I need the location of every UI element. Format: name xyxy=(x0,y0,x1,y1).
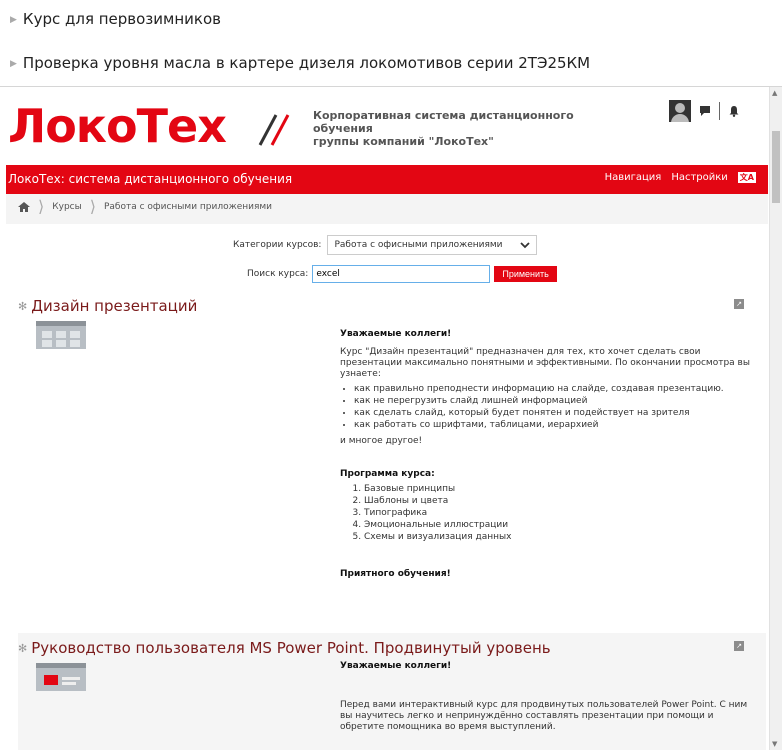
outer-list-item[interactable]: ▶ Курс для первозимников xyxy=(10,10,221,28)
list-item: как не перегрузить слайд лишней информац… xyxy=(354,396,755,407)
chevron-down-icon xyxy=(520,241,531,248)
course-title-text[interactable]: Руководство пользователя MS Power Point.… xyxy=(31,639,550,657)
avatar[interactable] xyxy=(669,100,691,122)
org-line-2: группы компаний "ЛокоТех" xyxy=(313,135,494,148)
outer-list-item-label[interactable]: Проверка уровня масла в картере дизеля л… xyxy=(23,54,590,72)
enrol-icon[interactable]: ↗ xyxy=(734,299,744,309)
category-selected-value: Работа с офисными приложениями xyxy=(334,240,503,250)
category-filter: Категории курсов: Работа с офисными прил… xyxy=(233,235,538,255)
course-title[interactable]: ✻ Руководство пользователя MS Power Poin… xyxy=(18,639,551,657)
frame-content: ЛокоТех Корпоративная система дистанцион… xyxy=(6,87,768,750)
navbar-brand[interactable]: ЛокоТех: система дистанционного обучения xyxy=(8,172,292,186)
list-item: как правильно преподнести информацию на … xyxy=(354,384,755,395)
scroll-up-icon[interactable]: ▲ xyxy=(772,89,777,97)
list-item: Эмоциональные иллюстрации xyxy=(364,520,755,531)
course-closing: Приятного обучения! xyxy=(340,569,451,579)
scrollbar[interactable]: ▲ ▼ xyxy=(769,87,782,750)
course-item: ✻ Руководство пользователя MS Power Poin… xyxy=(18,633,766,750)
navbar-links: Навигация Настройки 文A xyxy=(605,172,756,183)
apply-button[interactable]: Применить xyxy=(494,266,557,282)
chevron-right-icon: ⟩ xyxy=(89,197,96,216)
divider xyxy=(719,102,720,120)
list-item: как сделать слайд, который будет понятен… xyxy=(354,408,755,419)
message-icon[interactable] xyxy=(699,105,711,117)
header-actions xyxy=(669,100,740,122)
search-label: Поиск курса: xyxy=(247,269,309,279)
course-thumbnail[interactable] xyxy=(36,663,86,691)
list-item: Шаблоны и цвета xyxy=(364,496,755,507)
program-title: Программа курса: xyxy=(340,469,435,479)
list-item: Базовые принципы xyxy=(364,484,755,495)
category-label: Категории курсов: xyxy=(233,240,322,250)
scroll-down-icon[interactable]: ▼ xyxy=(772,740,777,748)
search-input[interactable] xyxy=(312,265,491,283)
logo-slashes-icon xyxy=(258,114,290,146)
logo-text: ЛокоТех xyxy=(8,99,227,153)
logo[interactable]: ЛокоТех xyxy=(8,99,227,153)
category-select[interactable]: Работа с офисными приложениями xyxy=(327,235,538,255)
program-list: Базовые принципы Шаблоны и цвета Типогра… xyxy=(340,484,755,543)
course-search: Поиск курса: Применить xyxy=(247,265,557,283)
course-benefits-list: как правильно преподнести информацию на … xyxy=(340,384,755,431)
course-summary: Уважаемые коллеги! Курс "Дизайн презента… xyxy=(340,329,755,580)
outer-list-item[interactable]: ▶ Проверка уровня масла в картере дизеля … xyxy=(10,54,590,72)
course-more: и многое другое! xyxy=(340,436,423,446)
course-icon: ✻ xyxy=(18,641,28,655)
outer-list-item-label[interactable]: Курс для первозимников xyxy=(23,10,221,28)
chevron-right-icon: ⟩ xyxy=(38,197,45,216)
embedded-frame: ЛокоТех Корпоративная система дистанцион… xyxy=(0,86,782,750)
enrol-icon[interactable]: ↗ xyxy=(734,641,744,651)
course-title[interactable]: ✻ Дизайн презентаций xyxy=(18,297,197,315)
home-icon[interactable] xyxy=(18,202,30,212)
course-greeting: Уважаемые коллеги! xyxy=(340,329,452,339)
org-line-1: Корпоративная система дистанционного обу… xyxy=(313,109,574,135)
course-intro: Перед вами интерактивный курс для продви… xyxy=(340,700,748,732)
language-icon[interactable]: 文A xyxy=(737,172,756,183)
list-item: Схемы и визуализация данных xyxy=(364,532,755,543)
course-icon: ✻ xyxy=(18,299,28,313)
list-item: Типографика xyxy=(364,508,755,519)
course-summary: Уважаемые коллеги! Перед вами интерактив… xyxy=(340,661,755,733)
course-title-text[interactable]: Дизайн презентаций xyxy=(31,297,197,315)
course-greeting: Уважаемые коллеги! xyxy=(340,661,452,671)
breadcrumb-item[interactable]: Работа с офисными приложениями xyxy=(104,202,272,212)
course-thumbnail[interactable] xyxy=(36,321,86,349)
nav-link-navigation[interactable]: Навигация xyxy=(605,172,662,183)
expand-triangle-icon: ▶ xyxy=(10,59,17,69)
breadcrumb: ⟩ Курсы ⟩ Работа с офисными приложениями xyxy=(6,194,768,224)
org-title: Корпоративная система дистанционного обу… xyxy=(313,109,593,148)
expand-triangle-icon: ▶ xyxy=(10,15,17,25)
breadcrumb-item[interactable]: Курсы xyxy=(52,202,81,212)
list-item: как работать со шрифтами, таблицами, иер… xyxy=(354,420,755,431)
bell-icon[interactable] xyxy=(728,105,740,117)
scrollbar-thumb[interactable] xyxy=(772,131,780,203)
top-navbar: ЛокоТех: система дистанционного обучения… xyxy=(6,165,768,194)
course-intro: Курс "Дизайн презентаций" предназначен д… xyxy=(340,347,750,379)
nav-link-settings[interactable]: Настройки xyxy=(671,172,727,183)
